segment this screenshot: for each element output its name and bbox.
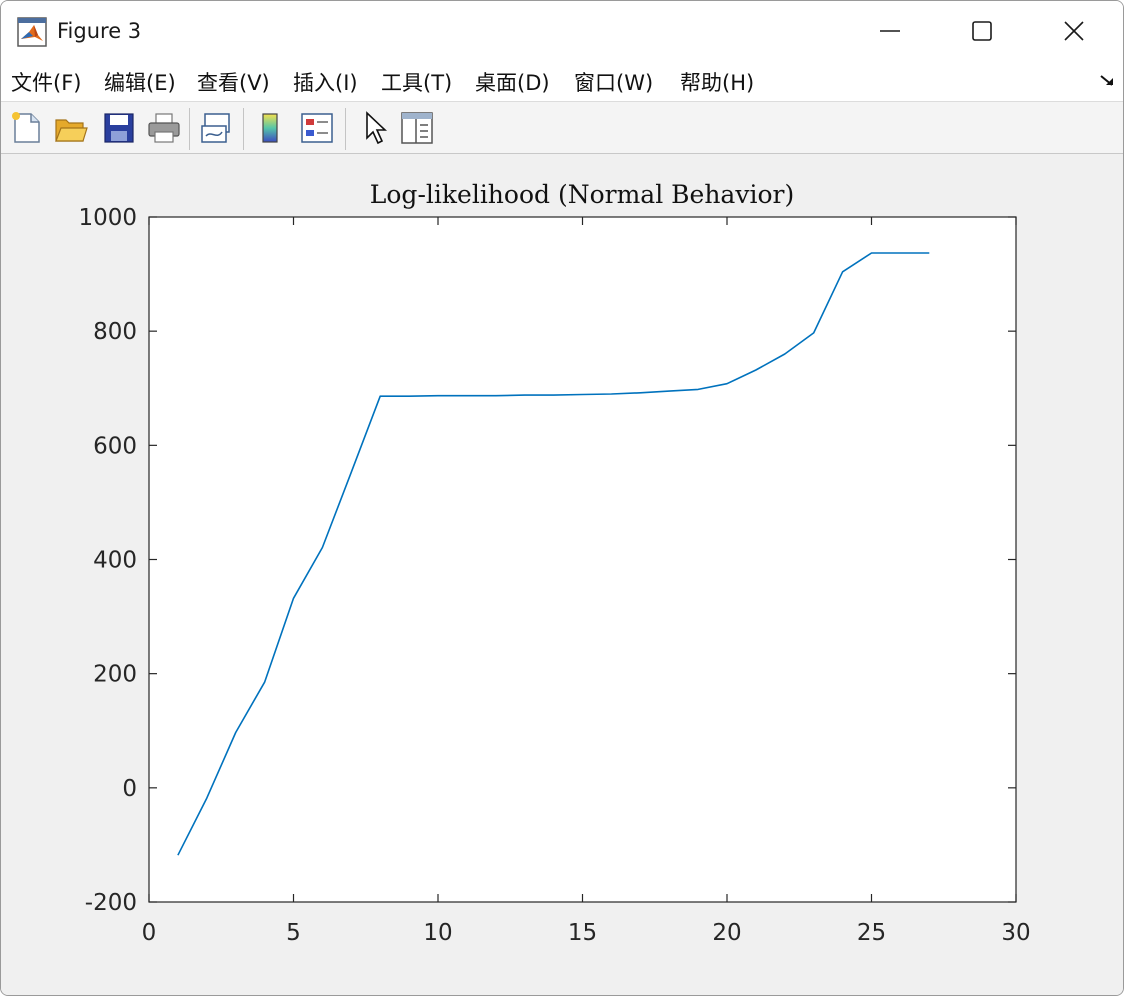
figure-window: Figure 3 文件(F) 编辑(E) 查看(V) 插入(I) 工具(T) 桌… <box>0 0 1124 996</box>
toolbar-separator <box>345 108 346 150</box>
x-tick-label: 30 <box>1001 920 1030 946</box>
menu-insert[interactable]: 插入(I) <box>293 67 358 97</box>
title-bar[interactable]: Figure 3 <box>1 1 1123 59</box>
menu-file[interactable]: 文件(F) <box>11 67 81 97</box>
x-tick-label: 10 <box>423 920 452 946</box>
dock-arrow-icon[interactable] <box>1099 73 1117 89</box>
menu-edit[interactable]: 编辑(E) <box>104 67 176 97</box>
x-tick-label: 20 <box>712 920 741 946</box>
chart-title: Log-likelihood (Normal Behavior) <box>370 180 794 209</box>
window-title: Figure 3 <box>57 19 142 43</box>
y-tick-label: 800 <box>93 319 137 345</box>
save-icon[interactable] <box>101 110 137 146</box>
y-tick-label: 1000 <box>78 205 137 231</box>
axes-background <box>149 217 1016 902</box>
x-tick-label: 15 <box>568 920 597 946</box>
y-tick-label: 200 <box>93 662 137 688</box>
legend-icon[interactable] <box>299 110 335 146</box>
menu-view[interactable]: 查看(V) <box>197 67 270 97</box>
menu-help[interactable]: 帮助(H) <box>680 67 754 97</box>
minimize-button[interactable] <box>867 11 913 51</box>
print-icon[interactable] <box>146 110 182 146</box>
y-tick-label: -200 <box>85 890 137 916</box>
menu-tools[interactable]: 工具(T) <box>381 67 452 97</box>
x-tick-label: 0 <box>142 920 157 946</box>
menu-window[interactable]: 窗口(W) <box>574 67 653 97</box>
line-chart[interactable]: Log-likelihood (Normal Behavior) 0 5 10 15 2… <box>1 155 1124 996</box>
property-inspector-icon[interactable] <box>399 110 435 146</box>
maximize-button[interactable] <box>959 11 1005 51</box>
menu-bar: 文件(F) 编辑(E) 查看(V) 插入(I) 工具(T) 桌面(D) 窗口(W… <box>1 59 1123 102</box>
maximize-icon <box>972 21 992 41</box>
open-file-icon[interactable] <box>53 110 89 146</box>
colorbar-icon[interactable] <box>253 110 289 146</box>
figure-toolbar <box>1 102 1123 154</box>
minimize-icon <box>880 30 900 32</box>
link-plot-icon[interactable] <box>199 110 235 146</box>
plot-area: Log-likelihood (Normal Behavior) 0 5 10 15 2… <box>1 155 1124 996</box>
close-icon <box>1064 21 1084 41</box>
close-button[interactable] <box>1051 11 1097 51</box>
y-tick-label: 0 <box>122 776 137 802</box>
y-tick-label: 400 <box>93 548 137 574</box>
edit-plot-arrow-icon[interactable] <box>357 110 393 146</box>
new-figure-icon[interactable] <box>9 110 45 146</box>
y-tick-label: 600 <box>93 433 137 459</box>
toolbar-separator <box>189 108 190 150</box>
x-tick-label: 5 <box>286 920 301 946</box>
toolbar-separator <box>243 108 244 150</box>
menu-desktop[interactable]: 桌面(D) <box>475 67 550 97</box>
matlab-logo-icon <box>17 17 47 47</box>
x-tick-label: 25 <box>857 920 886 946</box>
